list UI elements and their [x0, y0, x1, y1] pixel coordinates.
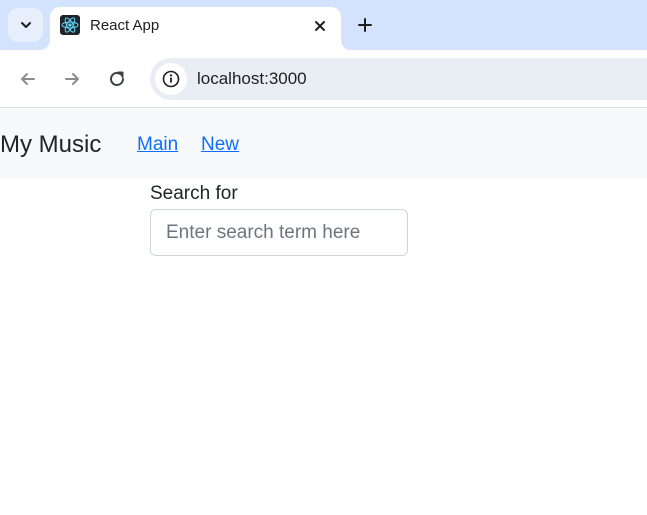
- browser-tab-active[interactable]: React App: [50, 7, 341, 50]
- search-label: Search for: [150, 183, 238, 204]
- site-info-button[interactable]: [155, 63, 187, 95]
- address-bar[interactable]: localhost:3000: [150, 58, 647, 100]
- tab-close-button[interactable]: [310, 16, 330, 36]
- tab-title: React App: [90, 17, 160, 34]
- forward-button[interactable]: [57, 64, 87, 94]
- nav-link-main[interactable]: Main: [137, 134, 178, 156]
- reload-icon: [110, 71, 124, 86]
- app-navbar: My Music Main New: [0, 109, 647, 178]
- arrow-left-icon: [21, 73, 35, 85]
- search-input[interactable]: [150, 209, 408, 256]
- back-button[interactable]: [13, 64, 43, 94]
- arrow-right-icon: [65, 73, 79, 85]
- browser-toolbar: localhost:3000: [0, 50, 647, 108]
- tab-strip: React App: [0, 0, 647, 50]
- plus-icon: [358, 18, 372, 32]
- info-icon: [162, 70, 180, 88]
- navbar-brand: My Music: [0, 131, 102, 158]
- close-icon: [315, 21, 325, 31]
- chevron-down-icon: [20, 22, 31, 28]
- reload-button[interactable]: [102, 64, 132, 94]
- react-logo-icon: [60, 15, 80, 35]
- address-bar-url: localhost:3000: [197, 69, 307, 88]
- tab-search-button[interactable]: [8, 8, 43, 42]
- new-tab-button[interactable]: [351, 11, 379, 39]
- nav-link-new[interactable]: New: [201, 134, 239, 156]
